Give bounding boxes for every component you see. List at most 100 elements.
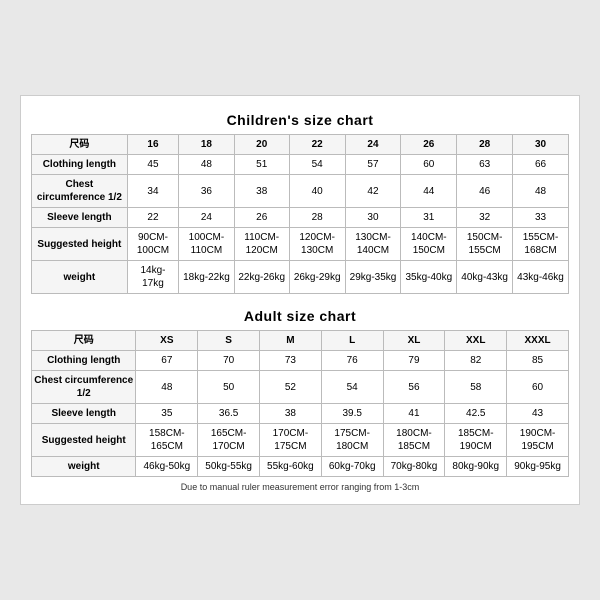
- cell-value: 175CM-180CM: [321, 424, 383, 457]
- cell-value: 31: [401, 208, 457, 228]
- children-col-header: 22: [289, 135, 345, 155]
- cell-value: 56: [383, 371, 445, 404]
- cell-value: 30: [345, 208, 401, 228]
- cell-value: 35kg-40kg: [401, 261, 457, 294]
- cell-value: 22kg-26kg: [234, 261, 289, 294]
- adult-col-header: S: [198, 331, 260, 351]
- row-label: weight: [32, 457, 136, 477]
- cell-value: 190CM-195CM: [507, 424, 569, 457]
- adult-col-header: XXL: [445, 331, 507, 351]
- row-label: Suggested height: [32, 424, 136, 457]
- children-chart-title: Children's size chart: [31, 106, 569, 134]
- cell-value: 54: [321, 371, 383, 404]
- table-row: Clothing length4548515457606366: [32, 155, 569, 175]
- table-row: Suggested height90CM-100CM100CM-110CM110…: [32, 228, 569, 261]
- adult-col-header: L: [321, 331, 383, 351]
- cell-value: 46kg-50kg: [136, 457, 198, 477]
- cell-value: 48: [136, 371, 198, 404]
- cell-value: 32: [457, 208, 513, 228]
- table-row: weight14kg-17kg18kg-22kg22kg-26kg26kg-29…: [32, 261, 569, 294]
- adult-header-row: 尺码XSSMLXLXXLXXXL: [32, 331, 569, 351]
- cell-value: 50kg-55kg: [198, 457, 260, 477]
- cell-value: 36: [179, 175, 234, 208]
- cell-value: 170CM-175CM: [260, 424, 322, 457]
- children-col-header: 尺码: [32, 135, 128, 155]
- cell-value: 45: [127, 155, 178, 175]
- row-label: Suggested height: [32, 228, 128, 261]
- adult-col-header: XXXL: [507, 331, 569, 351]
- adult-chart-title: Adult size chart: [31, 302, 569, 330]
- cell-value: 60: [507, 371, 569, 404]
- table-row: Sleeve length3536.53839.54142.543: [32, 404, 569, 424]
- children-col-header: 30: [513, 135, 569, 155]
- cell-value: 76: [321, 351, 383, 371]
- cell-value: 34: [127, 175, 178, 208]
- cell-value: 40kg-43kg: [457, 261, 513, 294]
- row-label: Sleeve length: [32, 208, 128, 228]
- adult-col-header: XL: [383, 331, 445, 351]
- cell-value: 54: [289, 155, 345, 175]
- cell-value: 52: [260, 371, 322, 404]
- row-label: Clothing length: [32, 155, 128, 175]
- cell-value: 58: [445, 371, 507, 404]
- cell-value: 26: [234, 208, 289, 228]
- cell-value: 70kg-80kg: [383, 457, 445, 477]
- table-row: Suggested height158CM-165CM165CM-170CM17…: [32, 424, 569, 457]
- cell-value: 50: [198, 371, 260, 404]
- cell-value: 43kg-46kg: [513, 261, 569, 294]
- size-chart-container: Children's size chart 尺码1618202224262830…: [20, 95, 580, 505]
- cell-value: 57: [345, 155, 401, 175]
- cell-value: 130CM-140CM: [345, 228, 401, 261]
- cell-value: 18kg-22kg: [179, 261, 234, 294]
- adult-col-header: 尺码: [32, 331, 136, 351]
- cell-value: 158CM-165CM: [136, 424, 198, 457]
- adult-col-header: XS: [136, 331, 198, 351]
- cell-value: 38: [260, 404, 322, 424]
- cell-value: 100CM-110CM: [179, 228, 234, 261]
- cell-value: 46: [457, 175, 513, 208]
- cell-value: 51: [234, 155, 289, 175]
- cell-value: 44: [401, 175, 457, 208]
- cell-value: 90kg-95kg: [507, 457, 569, 477]
- cell-value: 42: [345, 175, 401, 208]
- children-col-header: 16: [127, 135, 178, 155]
- row-label: weight: [32, 261, 128, 294]
- cell-value: 66: [513, 155, 569, 175]
- children-col-header: 26: [401, 135, 457, 155]
- adult-size-table: 尺码XSSMLXLXXLXXXL Clothing length67707376…: [31, 330, 569, 477]
- cell-value: 40: [289, 175, 345, 208]
- cell-value: 42.5: [445, 404, 507, 424]
- cell-value: 33: [513, 208, 569, 228]
- table-row: Sleeve length2224262830313233: [32, 208, 569, 228]
- cell-value: 110CM-120CM: [234, 228, 289, 261]
- row-label: Chest circumference 1/2: [32, 175, 128, 208]
- row-label: Clothing length: [32, 351, 136, 371]
- cell-value: 22: [127, 208, 178, 228]
- cell-value: 35: [136, 404, 198, 424]
- row-label: Sleeve length: [32, 404, 136, 424]
- children-col-header: 28: [457, 135, 513, 155]
- row-label: Chest circumference 1/2: [32, 371, 136, 404]
- table-row: Chest circumference 1/23436384042444648: [32, 175, 569, 208]
- cell-value: 41: [383, 404, 445, 424]
- children-col-header: 24: [345, 135, 401, 155]
- table-row: Clothing length67707376798285: [32, 351, 569, 371]
- cell-value: 38: [234, 175, 289, 208]
- cell-value: 63: [457, 155, 513, 175]
- cell-value: 60kg-70kg: [321, 457, 383, 477]
- cell-value: 48: [513, 175, 569, 208]
- adult-col-header: M: [260, 331, 322, 351]
- cell-value: 140CM-150CM: [401, 228, 457, 261]
- cell-value: 185CM-190CM: [445, 424, 507, 457]
- cell-value: 24: [179, 208, 234, 228]
- cell-value: 36.5: [198, 404, 260, 424]
- table-row: weight46kg-50kg50kg-55kg55kg-60kg60kg-70…: [32, 457, 569, 477]
- table-row: Chest circumference 1/248505254565860: [32, 371, 569, 404]
- cell-value: 67: [136, 351, 198, 371]
- cell-value: 28: [289, 208, 345, 228]
- cell-value: 14kg-17kg: [127, 261, 178, 294]
- cell-value: 150CM-155CM: [457, 228, 513, 261]
- children-col-header: 18: [179, 135, 234, 155]
- cell-value: 26kg-29kg: [289, 261, 345, 294]
- cell-value: 155CM-168CM: [513, 228, 569, 261]
